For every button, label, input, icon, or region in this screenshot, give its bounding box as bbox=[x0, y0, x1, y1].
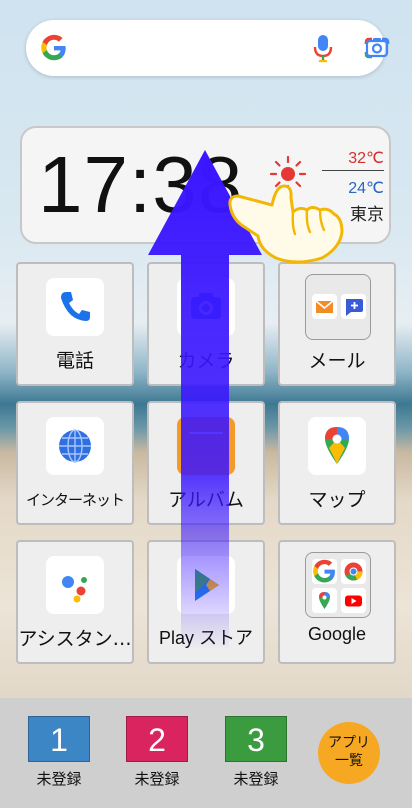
app-label: アシスタン… bbox=[18, 628, 132, 650]
album-icon bbox=[183, 423, 229, 469]
speed-dial-3-button[interactable]: 3 bbox=[225, 716, 287, 762]
app-list-label-line1: アプリ bbox=[328, 735, 370, 751]
app-label: Play ストア bbox=[158, 628, 254, 648]
messages-app-icon bbox=[341, 294, 366, 319]
assistant-icon bbox=[62, 576, 87, 603]
google-g-icon bbox=[41, 34, 66, 61]
phone-icon bbox=[61, 292, 90, 321]
app-tile-assistant[interactable]: アシスタン… bbox=[16, 540, 134, 664]
speed-dial-1-button[interactable]: 1 bbox=[28, 716, 90, 762]
youtube-icon bbox=[341, 588, 366, 613]
mail-app-icon bbox=[312, 294, 337, 319]
app-list-label-line2: 一覧 bbox=[335, 753, 363, 769]
google-folder-icon bbox=[305, 552, 371, 618]
globe-icon bbox=[59, 429, 91, 463]
weather-city: 東京 bbox=[350, 205, 384, 225]
album-icon-box bbox=[177, 417, 235, 475]
app-label: 電話 bbox=[55, 350, 94, 372]
speed-dial-1-label: 未登録 bbox=[36, 770, 82, 788]
app-list-button[interactable]: アプリ 一覧 bbox=[318, 722, 380, 784]
globe-icon-box bbox=[46, 417, 104, 475]
app-tile-maps[interactable]: マップ bbox=[278, 401, 396, 525]
play-store-icon-box bbox=[177, 556, 235, 614]
speed-dial-3-label: 未登録 bbox=[233, 770, 279, 788]
mail-folder-icon bbox=[305, 274, 371, 340]
temperature-low: 24℃ bbox=[348, 180, 384, 197]
google-app-icon bbox=[312, 559, 337, 584]
chrome-icon bbox=[341, 559, 366, 584]
app-label: インターネット bbox=[25, 491, 125, 509]
play-store-icon bbox=[195, 569, 219, 601]
app-tile-camera[interactable]: カメラ bbox=[147, 262, 265, 386]
speed-dial-2-label: 未登録 bbox=[134, 770, 180, 788]
app-tile-album[interactable]: アルバム bbox=[147, 401, 265, 525]
app-label: カメラ bbox=[177, 350, 235, 372]
maps-mini-icon bbox=[312, 588, 337, 613]
camera-icon bbox=[191, 293, 221, 319]
speed-dial-2-button[interactable]: 2 bbox=[126, 716, 188, 762]
assistant-icon-box bbox=[46, 556, 104, 614]
app-tile-internet[interactable]: インターネット bbox=[16, 401, 134, 525]
app-tile-phone[interactable]: 電話 bbox=[16, 262, 134, 386]
maps-icon bbox=[325, 427, 349, 464]
phone-icon-box bbox=[46, 278, 104, 336]
google-lens-icon[interactable] bbox=[363, 35, 391, 61]
app-tile-google-folder[interactable]: Google bbox=[278, 540, 396, 664]
camera-icon-box bbox=[177, 278, 235, 336]
app-tile-play-store[interactable]: Play ストア bbox=[147, 540, 265, 664]
app-label: アルバム bbox=[168, 489, 244, 511]
sun-icon bbox=[269, 155, 307, 193]
app-label: メール bbox=[308, 350, 366, 372]
bottom-dock: 1 未登録 2 未登録 3 未登録 アプリ 一覧 bbox=[0, 698, 412, 808]
microphone-icon[interactable] bbox=[311, 33, 335, 63]
app-label: Google bbox=[307, 624, 367, 644]
app-label: マップ bbox=[308, 489, 366, 511]
maps-icon-box bbox=[308, 417, 366, 475]
app-tile-mail-folder[interactable]: メール bbox=[278, 262, 396, 386]
clock-time: 17:38 bbox=[38, 140, 244, 229]
temperature-high: 32℃ bbox=[322, 148, 384, 171]
clock-weather-widget[interactable]: 17:38 32℃ 24℃ 東京 bbox=[20, 126, 391, 244]
google-search-bar[interactable] bbox=[26, 20, 390, 76]
